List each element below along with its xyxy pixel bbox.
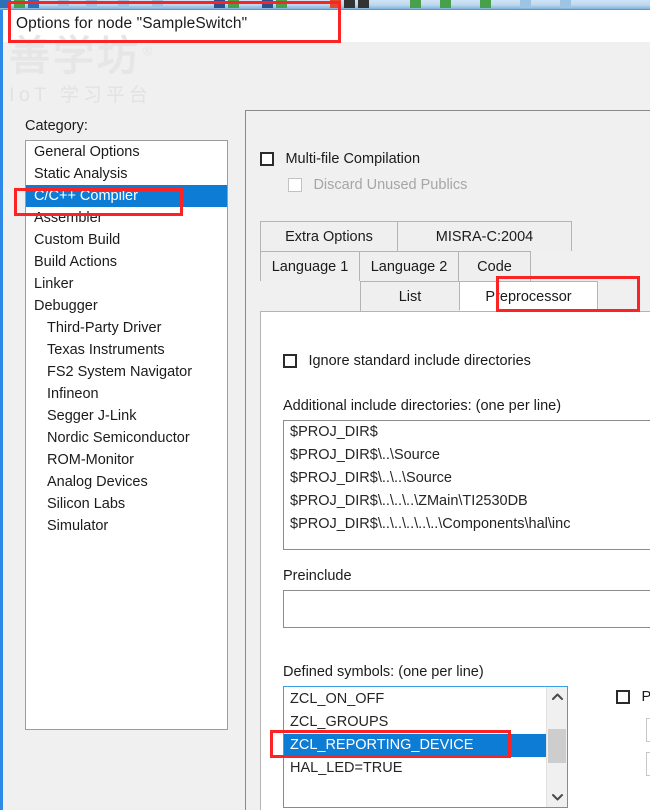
toolbar-icon-9[interactable] <box>262 0 273 8</box>
registered-mark-icon: ® <box>141 44 157 60</box>
sidebar-item-debugger[interactable]: Debugger <box>26 295 227 317</box>
toolbar-icon-16[interactable] <box>480 0 491 8</box>
toolbar-icon-5[interactable] <box>118 0 129 8</box>
toolbar-icon-14[interactable] <box>410 0 421 8</box>
toolbar-icon-3[interactable] <box>58 0 69 8</box>
toolbar-icon-10[interactable] <box>276 0 287 8</box>
toolbar-icon-4[interactable] <box>86 0 97 8</box>
toolbar-icon-8[interactable] <box>228 0 239 8</box>
sidebar-item-c-c-compiler[interactable]: C/C++ Compiler <box>26 185 227 207</box>
chevron-up-icon[interactable] <box>547 687 567 707</box>
chevron-down-icon[interactable] <box>547 787 567 807</box>
toolbar-icon-6[interactable] <box>152 0 163 8</box>
page-title: Options for node "SampleSwitch" <box>16 15 248 32</box>
dialog-titlebar: Options for node "SampleSwitch" <box>3 10 650 42</box>
toolbar-icon-13[interactable] <box>358 0 369 8</box>
preinclude-label: Preinclude <box>283 568 352 584</box>
preinclude-textbox[interactable] <box>283 590 650 628</box>
defined-symbol-item[interactable]: HAL_LED=TRUE <box>284 757 546 780</box>
ignore-standard-includes-checkbox[interactable] <box>283 354 297 368</box>
tab-language-2[interactable]: Language 2 <box>359 251 459 281</box>
toolbar-icon-0[interactable] <box>0 0 11 8</box>
sidebar-item-linker[interactable]: Linker <box>26 273 227 295</box>
scrollbar-thumb[interactable] <box>548 729 566 763</box>
discard-unused-publics-checkbox <box>288 178 302 192</box>
multi-file-compilation-label: Multi-file Compilation <box>285 151 421 167</box>
tab-misra-c-2004[interactable]: MISRA-C:2004 <box>397 221 572 251</box>
defined-symbols-listbox[interactable]: ZCL_ON_OFF ZCL_GROUPS ZCL_REPORTING_DEVICE… <box>283 686 568 808</box>
ignore-standard-includes-label: Ignore standard include directories <box>308 353 531 369</box>
include-directory-line: $PROJ_DIR$\..\..\Source <box>290 470 452 486</box>
sidebar-item-texas-instruments[interactable]: Texas Instruments <box>26 339 227 361</box>
sidebar-item-static-analysis[interactable]: Static Analysis <box>26 163 227 185</box>
tab-preprocessor[interactable]: Preprocessor <box>459 281 598 311</box>
sidebar-item-assembler[interactable]: Assembler <box>26 207 227 229</box>
tab-list[interactable]: List <box>360 281 460 311</box>
preprocessor-suboption-box-1[interactable] <box>646 718 650 742</box>
category-label: Category: <box>25 118 88 134</box>
sidebar-item-custom-build[interactable]: Custom Build <box>26 229 227 251</box>
sidebar-item-third-party-driver[interactable]: Third-Party Driver <box>26 317 227 339</box>
category-list[interactable]: General Options Static Analysis C/C++ Comp… <box>25 140 228 730</box>
sidebar-item-segger-j-link[interactable]: Segger J-Link <box>26 405 227 427</box>
sidebar-item-analog-devices[interactable]: Analog Devices <box>26 471 227 493</box>
include-directory-line: $PROJ_DIR$\..\..\..\..\..\Components\hal… <box>290 516 571 532</box>
tab-language-1[interactable]: Language 1 <box>260 251 360 281</box>
screenshot-root: Options for node "SampleSwitch" 善学坊® IoT… <box>0 0 650 810</box>
defined-symbols-scrollbar[interactable] <box>546 687 567 807</box>
watermark-main-text: 善学坊® <box>9 32 157 80</box>
ignore-standard-includes-row[interactable]: Ignore standard include directories <box>283 352 531 370</box>
multi-file-compilation-checkbox[interactable] <box>260 152 274 166</box>
tab-row-3: List Preprocessor <box>260 281 650 311</box>
sidebar-item-rom-monitor[interactable]: ROM-Monitor <box>26 449 227 471</box>
defined-symbol-item[interactable]: ZCL_GROUPS <box>284 711 546 734</box>
defined-symbol-item[interactable]: ZCL_ON_OFF <box>284 688 546 711</box>
tab-row-1: Extra Options MISRA-C:2004 <box>260 221 650 251</box>
watermark-sub-text: IoT 学习平台 <box>9 84 152 106</box>
toolbar-icon-11[interactable] <box>330 0 341 8</box>
multi-file-compilation-row[interactable]: Multi-file Compilation <box>260 150 420 168</box>
include-directory-line: $PROJ_DIR$ <box>290 424 378 440</box>
sidebar-item-silicon-labs[interactable]: Silicon Labs <box>26 493 227 515</box>
preprocessor-output-row[interactable]: Pr <box>616 688 650 706</box>
additional-includes-label: Additional include directories: (one per… <box>283 398 562 414</box>
watermark: 善学坊® IoT 学习平台 <box>9 36 229 107</box>
preprocessor-output-checkbox[interactable] <box>616 690 630 704</box>
toolbar-icon-1[interactable] <box>14 0 25 8</box>
preinclude-value <box>284 591 650 614</box>
tab-extra-options[interactable]: Extra Options <box>260 221 398 251</box>
include-directory-line: $PROJ_DIR$\..\..\..\ZMain\TI2530DB <box>290 493 528 509</box>
toolbar-icon-17[interactable] <box>520 0 531 8</box>
toolbar-icon-15[interactable] <box>440 0 451 8</box>
discard-unused-publics-label: Discard Unused Publics <box>313 177 468 193</box>
preprocessor-suboption-box-2[interactable] <box>646 752 650 776</box>
sidebar-item-nordic-semiconductor[interactable]: Nordic Semiconductor <box>26 427 227 449</box>
tab-code[interactable]: Code <box>458 251 531 281</box>
toolbar-icon-7[interactable] <box>214 0 225 8</box>
sidebar-item-simulator[interactable]: Simulator <box>26 515 227 537</box>
preprocessor-output-label: Pr <box>641 689 650 705</box>
discard-unused-publics-row: Discard Unused Publics <box>288 176 467 194</box>
include-directory-line: $PROJ_DIR$\..\Source <box>290 447 440 463</box>
toolbar-icon-12[interactable] <box>344 0 355 8</box>
defined-symbol-item[interactable]: ZCL_REPORTING_DEVICE <box>284 734 546 757</box>
application-toolbar-strip[interactable] <box>0 0 650 10</box>
options-dialog: Options for node "SampleSwitch" 善学坊® IoT… <box>0 10 650 810</box>
defined-symbols-label: Defined symbols: (one per line) <box>283 664 484 680</box>
sidebar-item-infineon[interactable]: Infineon <box>26 383 227 405</box>
additional-includes-textbox[interactable]: $PROJ_DIR$ $PROJ_DIR$\..\Source $PROJ_DIR$… <box>283 420 650 550</box>
sidebar-item-general-options[interactable]: General Options <box>26 141 227 163</box>
toolbar-icon-18[interactable] <box>560 0 571 8</box>
sidebar-item-build-actions[interactable]: Build Actions <box>26 251 227 273</box>
tab-row-2: Language 1 Language 2 Code <box>260 251 650 281</box>
preprocessor-tab-pane: Ignore standard include directories Addi… <box>260 311 650 810</box>
toolbar-icon-2[interactable] <box>28 0 39 8</box>
sidebar-item-fs2-system-navigator[interactable]: FS2 System Navigator <box>26 361 227 383</box>
compiler-tab-strip[interactable]: Extra Options MISRA-C:2004 Language 1 Langu… <box>260 221 650 311</box>
